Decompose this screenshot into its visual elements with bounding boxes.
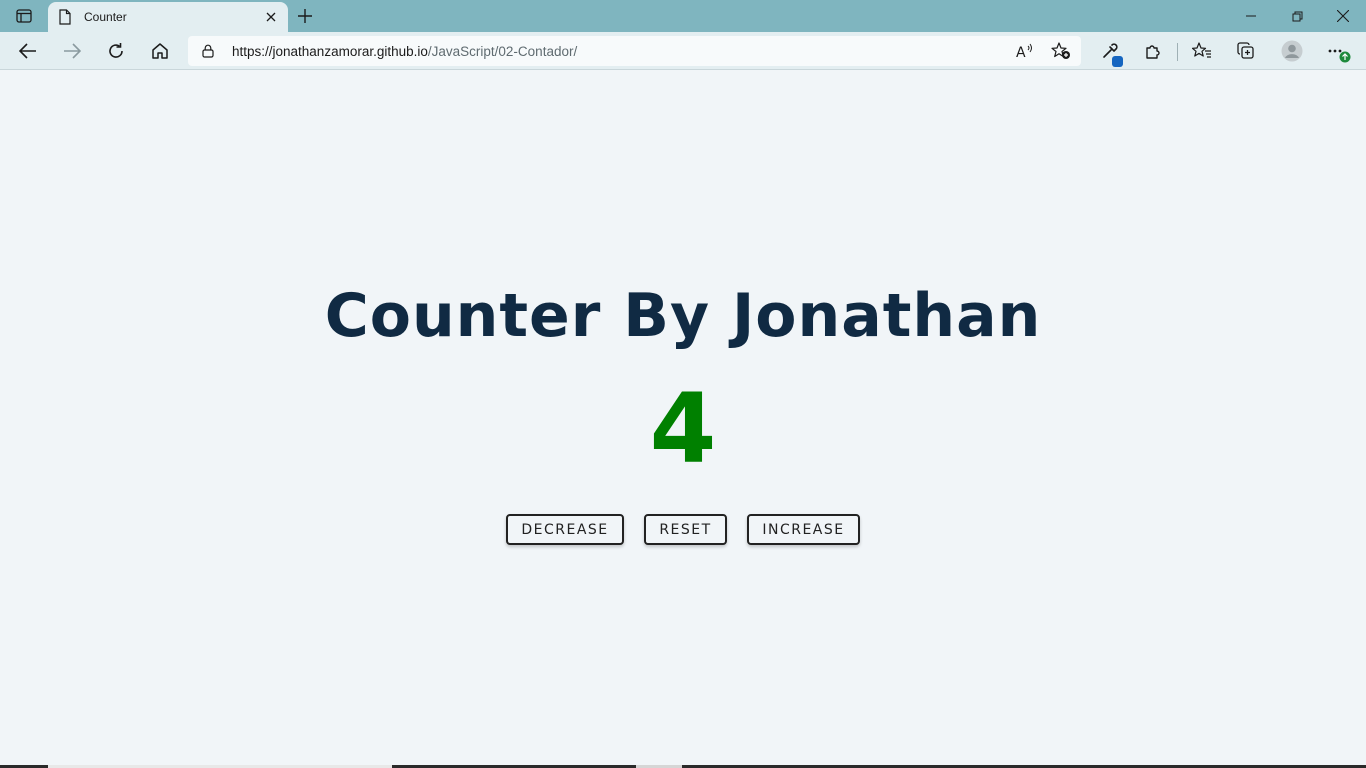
increase-button[interactable]: INCREASE xyxy=(747,514,860,545)
read-aloud-icon: A xyxy=(1016,43,1032,59)
home-button[interactable] xyxy=(144,36,176,66)
counter-value: 4 xyxy=(649,373,717,485)
arrow-left-icon xyxy=(19,43,36,59)
collections-icon xyxy=(1237,42,1254,59)
tab-actions-button[interactable] xyxy=(8,4,40,28)
extension-eyedropper-button[interactable] xyxy=(1094,36,1126,67)
url-text[interactable]: https://jonathanzamorar.github.io/JavaSc… xyxy=(232,44,577,59)
close-window-button[interactable] xyxy=(1320,0,1366,32)
favorites-button[interactable] xyxy=(1186,36,1218,66)
close-icon xyxy=(266,12,276,22)
page-content: Counter By Jonathan 4 DECREASE RESET INC… xyxy=(0,71,1366,768)
minimize-icon xyxy=(1246,15,1256,17)
update-badge-icon xyxy=(1339,51,1351,63)
page-icon xyxy=(59,9,71,25)
tab-close-button[interactable] xyxy=(262,8,280,26)
close-icon xyxy=(1337,10,1349,22)
restore-button[interactable] xyxy=(1274,0,1320,32)
refresh-icon xyxy=(109,43,123,58)
back-button[interactable] xyxy=(12,36,44,66)
add-favorite-button[interactable] xyxy=(1048,40,1074,62)
svg-text:A: A xyxy=(1016,45,1026,59)
tab-title: Counter xyxy=(84,10,127,24)
restore-icon xyxy=(1292,11,1302,21)
extensions-button[interactable] xyxy=(1137,36,1169,66)
page-title: Counter By Jonathan xyxy=(324,281,1042,351)
forward-button[interactable] xyxy=(56,36,88,66)
home-icon xyxy=(152,43,168,59)
browser-toolbar: https://jonathanzamorar.github.io/JavaSc… xyxy=(0,32,1366,70)
browser-tab[interactable]: Counter xyxy=(48,2,288,32)
favorites-icon xyxy=(1192,42,1211,58)
puzzle-icon xyxy=(1146,45,1160,59)
minimize-button[interactable] xyxy=(1228,0,1274,32)
url-path: /JavaScript/02-Contador/ xyxy=(427,44,578,59)
star-add-icon xyxy=(1051,42,1070,59)
sidebar-panel-icon xyxy=(16,9,32,23)
settings-menu-button[interactable] xyxy=(1320,36,1352,66)
url-host: https://jonathanzamorar.github.io xyxy=(232,44,428,59)
profile-button[interactable] xyxy=(1276,36,1308,66)
decrease-button[interactable]: DECREASE xyxy=(506,514,624,545)
arrow-right-icon xyxy=(64,43,81,59)
refresh-button[interactable] xyxy=(100,36,132,66)
new-tab-button[interactable] xyxy=(292,4,318,28)
reset-button[interactable]: RESET xyxy=(644,514,727,545)
lock-icon xyxy=(202,44,214,58)
tab-bar: Counter xyxy=(0,0,1366,32)
read-aloud-button[interactable]: A xyxy=(1012,40,1038,62)
avatar-icon xyxy=(1281,40,1303,62)
collections-button[interactable] xyxy=(1230,36,1262,66)
plus-icon xyxy=(298,9,312,23)
address-bar[interactable]: https://jonathanzamorar.github.io/JavaSc… xyxy=(188,36,1081,66)
extension-badge xyxy=(1112,56,1123,67)
toolbar-separator xyxy=(1177,43,1178,61)
